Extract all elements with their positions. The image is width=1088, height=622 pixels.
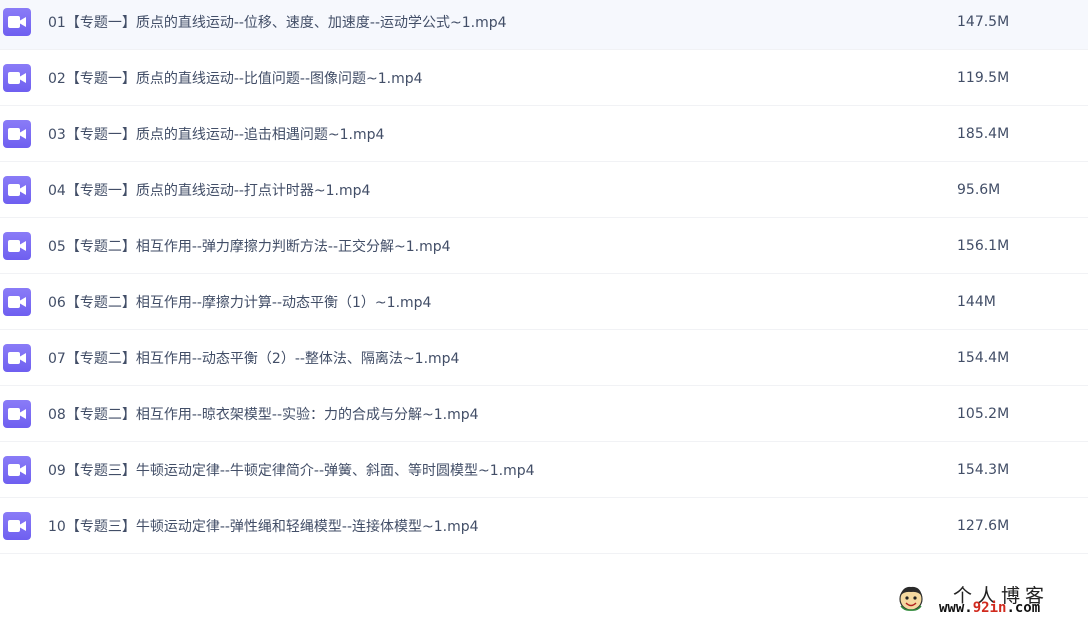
file-size: 185.4M [957, 125, 1010, 142]
file-size: 95.6M [957, 181, 1001, 198]
file-list: 01【专题一】质点的直线运动--位移、速度、加速度--运动学公式~1.mp4 1… [0, 0, 1088, 554]
watermark-url-prefix: www. [939, 600, 973, 616]
file-row[interactable]: 07【专题二】相互作用--动态平衡（2）--整体法、隔离法~1.mp4 154.… [0, 330, 1088, 386]
watermark-url: www.92in.com [939, 600, 1040, 616]
file-size: 127.6M [957, 517, 1010, 534]
file-row[interactable]: 04【专题一】质点的直线运动--打点计时器~1.mp4 95.6M [0, 162, 1088, 218]
file-row[interactable]: 06【专题二】相互作用--摩擦力计算--动态平衡（1）~1.mp4 144M [0, 274, 1088, 330]
video-icon [3, 63, 31, 92]
video-icon [3, 175, 31, 204]
file-row[interactable]: 08【专题二】相互作用--晾衣架模型--实验：力的合成与分解~1.mp4 105… [0, 386, 1088, 442]
file-name[interactable]: 06【专题二】相互作用--摩擦力计算--动态平衡（1）~1.mp4 [48, 292, 431, 312]
video-icon [3, 231, 31, 260]
file-name[interactable]: 02【专题一】质点的直线运动--比值问题--图像问题~1.mp4 [48, 68, 423, 88]
watermark-url-accent: 92in [972, 600, 1007, 616]
video-icon [3, 511, 31, 540]
file-name[interactable]: 07【专题二】相互作用--动态平衡（2）--整体法、隔离法~1.mp4 [48, 348, 459, 368]
file-size: 154.3M [957, 461, 1010, 478]
video-icon [3, 343, 31, 372]
file-row[interactable]: 03【专题一】质点的直线运动--追击相遇问题~1.mp4 185.4M [0, 106, 1088, 162]
file-row[interactable]: 02【专题一】质点的直线运动--比值问题--图像问题~1.mp4 119.5M [0, 50, 1088, 106]
file-size: 119.5M [957, 69, 1010, 86]
video-icon [3, 287, 31, 316]
file-size: 105.2M [957, 405, 1010, 422]
cartoon-face-icon [897, 584, 925, 616]
file-name[interactable]: 01【专题一】质点的直线运动--位移、速度、加速度--运动学公式~1.mp4 [48, 12, 507, 32]
watermark-url-suffix: .com [1006, 600, 1041, 616]
file-row[interactable]: 01【专题一】质点的直线运动--位移、速度、加速度--运动学公式~1.mp4 1… [0, 0, 1088, 50]
file-name[interactable]: 04【专题一】质点的直线运动--打点计时器~1.mp4 [48, 180, 370, 200]
file-size: 147.5M [957, 13, 1010, 30]
video-icon [3, 455, 31, 484]
video-icon [3, 119, 31, 148]
file-size: 154.4M [957, 349, 1010, 366]
file-name[interactable]: 10【专题三】牛顿运动定律--弹性绳和轻绳模型--连接体模型~1.mp4 [48, 516, 479, 536]
file-name[interactable]: 09【专题三】牛顿运动定律--牛顿定律简介--弹簧、斜面、等时圆模型~1.mp4 [48, 460, 535, 480]
video-icon [3, 399, 31, 428]
file-row[interactable]: 09【专题三】牛顿运动定律--牛顿定律简介--弹簧、斜面、等时圆模型~1.mp4… [0, 442, 1088, 498]
file-size: 144M [957, 293, 996, 310]
video-icon [3, 7, 31, 36]
file-row[interactable]: 05【专题二】相互作用--弹力摩擦力判断方法--正交分解~1.mp4 156.1… [0, 218, 1088, 274]
file-name[interactable]: 03【专题一】质点的直线运动--追击相遇问题~1.mp4 [48, 124, 384, 144]
file-name[interactable]: 05【专题二】相互作用--弹力摩擦力判断方法--正交分解~1.mp4 [48, 236, 451, 256]
file-size: 156.1M [957, 237, 1010, 254]
watermark: 个人博客 www.92in.com [893, 578, 1083, 618]
file-name[interactable]: 08【专题二】相互作用--晾衣架模型--实验：力的合成与分解~1.mp4 [48, 404, 479, 424]
file-row[interactable]: 10【专题三】牛顿运动定律--弹性绳和轻绳模型--连接体模型~1.mp4 127… [0, 498, 1088, 554]
